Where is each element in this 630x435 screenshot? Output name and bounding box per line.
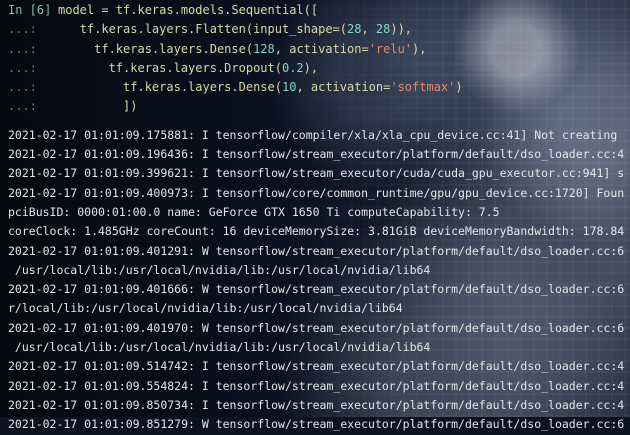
code-text: )),: [390, 22, 413, 37]
code-line-3: ...: tf.keras.layers.Dense(128, activati…: [8, 40, 630, 59]
input-prompt: In [6]: [8, 3, 52, 17]
log-line: 2021-02-17 01:01:09.400973: I tensorflow…: [8, 185, 625, 200]
code-line-4: ...: tf.keras.layers.Dropout(0.2),: [8, 59, 630, 78]
code-text: , activation=: [296, 80, 391, 95]
log-line: 2021-02-17 01:01:09.399621: I tensorflow…: [8, 166, 625, 181]
code-cell[interactable]: In [6] model = tf.keras.models.Sequential…: [8, 0, 630, 117]
output-log: 2021-02-17 01:01:09.175881: I tensorflow…: [8, 126, 630, 435]
log-line: 2021-02-17 01:01:09.401970: W tensorflow…: [8, 320, 625, 335]
log-line: 2021-02-17 01:01:09.401291: W tensorflow…: [8, 243, 625, 258]
code-line-5: ...: tf.keras.layers.Dense(10, activatio…: [8, 78, 630, 97]
log-line: r/local/lib:/usr/local/nvidia/lib:/usr/l…: [8, 301, 403, 316]
code-string: 'softmax': [390, 80, 456, 95]
log-line: 2021-02-17 01:01:09.401666: W tensorflow…: [8, 282, 625, 297]
continuation-prompt: ...:: [8, 99, 37, 114]
code-text: ]): [123, 99, 138, 114]
code-text: model = tf.keras.models.Sequential([: [58, 3, 319, 17]
code-number: 28: [375, 22, 391, 37]
code-line-6: ...: ]): [8, 97, 630, 116]
code-text: ),: [412, 41, 427, 56]
code-text: tf.keras.layers.Flatten(input_shape=(: [79, 22, 347, 37]
log-line: 2021-02-17 01:01:09.851279: W tensorflow…: [8, 417, 625, 432]
log-line: pciBusID: 0000:01:00.0 name: GeForce GTX…: [8, 204, 500, 219]
continuation-prompt: ...:: [8, 41, 37, 56]
continuation-prompt: ...:: [8, 60, 37, 75]
code-number: 128: [253, 41, 275, 56]
code-text: tf.keras.layers.Dense(: [94, 41, 254, 56]
code-number: 0.2: [281, 60, 304, 75]
code-text: tf.keras.layers.Dense(: [123, 80, 282, 95]
code-text: , activation=: [274, 41, 369, 56]
code-text: ): [455, 80, 463, 95]
code-text: ,: [361, 22, 376, 37]
log-line: /usr/local/lib:/usr/local/nvidia/lib:/us…: [8, 262, 431, 277]
log-line: 2021-02-17 01:01:09.850734: I tensorflow…: [8, 397, 625, 412]
log-line: 2021-02-17 01:01:09.514742: I tensorflow…: [8, 359, 625, 374]
log-line: 2021-02-17 01:01:09.554824: I tensorflow…: [8, 378, 625, 393]
code-number: 28: [347, 22, 362, 37]
code-text: tf.keras.layers.Dropout(: [108, 60, 282, 75]
continuation-prompt: ...:: [8, 22, 37, 37]
code-number: 10: [281, 80, 297, 95]
log-line: 2021-02-17 01:01:09.175881: I tensorflow…: [8, 127, 618, 142]
log-line: coreClock: 1.485GHz coreCount: 16 device…: [8, 224, 625, 239]
log-line: 2021-02-17 01:01:09.196436: I tensorflow…: [8, 147, 625, 162]
continuation-prompt: ...:: [8, 80, 37, 95]
code-string: 'relu': [368, 41, 413, 56]
code-line-2: ...: tf.keras.layers.Flatten(input_shape…: [8, 20, 630, 39]
code-line-1: In [6] model = tf.keras.models.Sequential…: [8, 1, 630, 20]
ipython-console[interactable]: In [6] model = tf.keras.models.Sequential…: [8, 0, 630, 435]
code-text: ),: [303, 60, 319, 75]
log-line: /usr/local/lib:/usr/local/nvidia/lib:/us…: [8, 340, 431, 355]
